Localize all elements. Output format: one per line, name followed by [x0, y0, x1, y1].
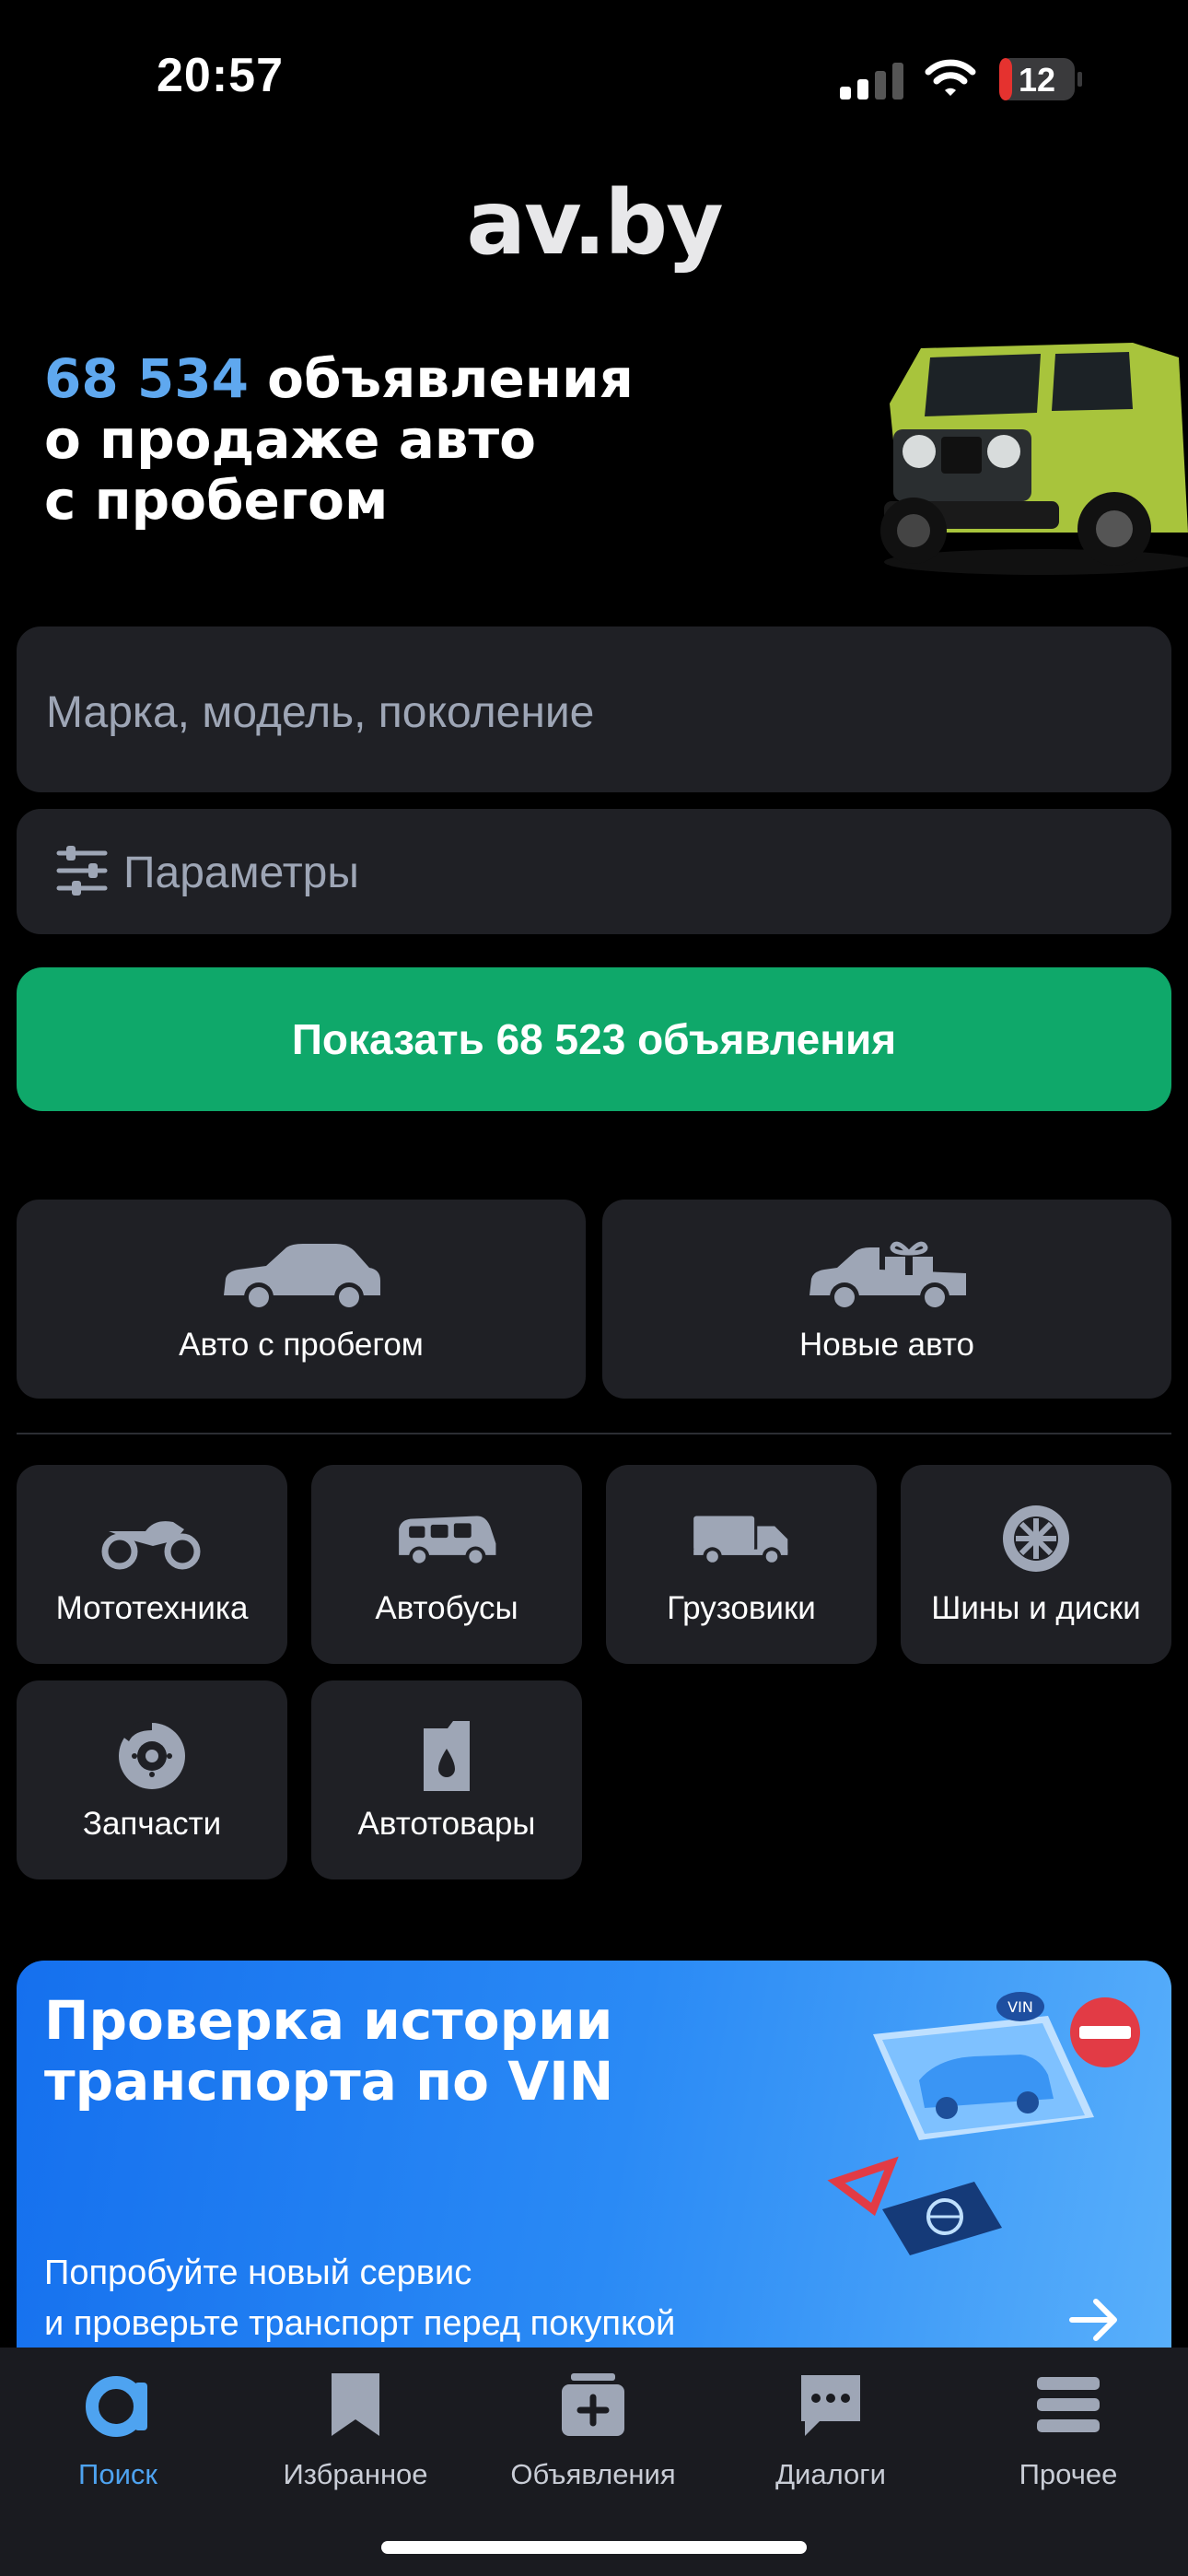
category-auto-goods[interactable]: Автотовары: [311, 1680, 582, 1879]
hero-car-image: [880, 343, 1188, 575]
tab-label: Прочее: [1019, 2458, 1118, 2490]
tab-dialogs[interactable]: Диалоги: [729, 2370, 932, 2508]
wheel-icon: [1003, 1505, 1069, 1572]
vin-subtitle-line2: и проверьте транспорт перед покупкой: [44, 2304, 676, 2343]
search-a-icon: [86, 2376, 147, 2437]
category-label: Мототехника: [55, 1590, 249, 1626]
category-label: Автотовары: [357, 1806, 536, 1842]
battery-icon: 12: [998, 57, 1083, 101]
bus-icon: [399, 1516, 496, 1567]
motorcycle-icon: [101, 1521, 201, 1570]
status-time: 20:57: [157, 49, 284, 102]
vin-title-line2: транспорта по VIN: [44, 2050, 614, 2113]
used-car-icon: [224, 1244, 380, 1312]
new-car-gift-icon: [809, 1241, 966, 1312]
search-placeholder: Марка, модель, поколение: [46, 688, 595, 737]
category-label: Авто с пробегом: [179, 1327, 424, 1363]
arrow-right-icon[interactable]: [1066, 2292, 1122, 2348]
bookmark-icon: [332, 2373, 379, 2436]
tab-label: Диалоги: [775, 2458, 886, 2490]
category-moto[interactable]: Мототехника: [17, 1465, 287, 1664]
battery-level: 12: [1018, 61, 1056, 99]
vin-title-line1: Проверка истории: [44, 1989, 613, 2052]
category-used-cars[interactable]: Авто с пробегом: [17, 1200, 586, 1399]
signal-icon: [840, 63, 903, 100]
category-label: Шины и диски: [931, 1590, 1141, 1626]
hero-line3: с пробегом: [44, 469, 389, 532]
app-logo: av.by: [466, 171, 723, 275]
hero-line2: о продаже авто: [44, 408, 537, 471]
tab-label: Избранное: [283, 2458, 428, 2490]
brake-disc-icon: [119, 1720, 185, 1789]
category-parts[interactable]: Запчасти: [17, 1680, 287, 1879]
divider: [17, 1433, 1171, 1434]
tab-search[interactable]: Поиск: [17, 2370, 219, 2508]
tab-favorites[interactable]: Избранное: [254, 2370, 457, 2508]
tab-listings[interactable]: Объявления: [492, 2370, 694, 2508]
hero-line1: объявления: [248, 347, 634, 410]
vin-badge-text: VIN: [1007, 1998, 1033, 2016]
vin-badge: VIN: [996, 1992, 1044, 2021]
hero-title: 68 534 объявления о продаже авто с пробе…: [44, 348, 873, 531]
tab-label: Объявления: [510, 2458, 676, 2490]
search-input[interactable]: Марка, модель, поколение: [17, 626, 1171, 792]
category-label: Автобусы: [375, 1590, 518, 1626]
menu-icon: [1037, 2377, 1100, 2432]
category-buses[interactable]: Автобусы: [311, 1465, 582, 1664]
vin-banner-title: Проверка истории транспорта по VIN: [44, 1990, 744, 2112]
vin-illustration: VIN: [827, 1992, 1140, 2255]
parameters-label: Параметры: [123, 849, 359, 897]
category-tires-wheels[interactable]: Шины и диски: [901, 1465, 1171, 1664]
wifi-icon: [925, 59, 976, 96]
truck-icon: [693, 1516, 788, 1566]
parameters-button[interactable]: Параметры: [17, 809, 1171, 934]
status-bar: 20:57 12: [0, 0, 1188, 157]
add-listing-icon: [562, 2373, 624, 2436]
tab-label: Поиск: [78, 2458, 157, 2490]
chat-icon: [801, 2375, 860, 2436]
vin-subtitle-line1: Попробуйте новый сервис: [44, 2254, 472, 2292]
category-label: Запчасти: [82, 1806, 222, 1842]
listing-count: 68 534: [44, 347, 249, 410]
category-trucks[interactable]: Грузовики: [606, 1465, 877, 1664]
tab-other[interactable]: Прочее: [967, 2370, 1170, 2508]
category-label: Грузовики: [667, 1590, 816, 1626]
vin-banner-subtitle: Попробуйте новый сервис и проверьте тран…: [44, 2248, 873, 2349]
home-indicator: [381, 2541, 807, 2554]
sliders-icon: [56, 846, 108, 896]
show-listings-button[interactable]: Показать 68 523 объявления: [17, 967, 1171, 1111]
category-label: Новые авто: [798, 1327, 975, 1363]
oil-canister-icon: [424, 1721, 470, 1791]
category-new-cars[interactable]: Новые авто: [602, 1200, 1171, 1399]
